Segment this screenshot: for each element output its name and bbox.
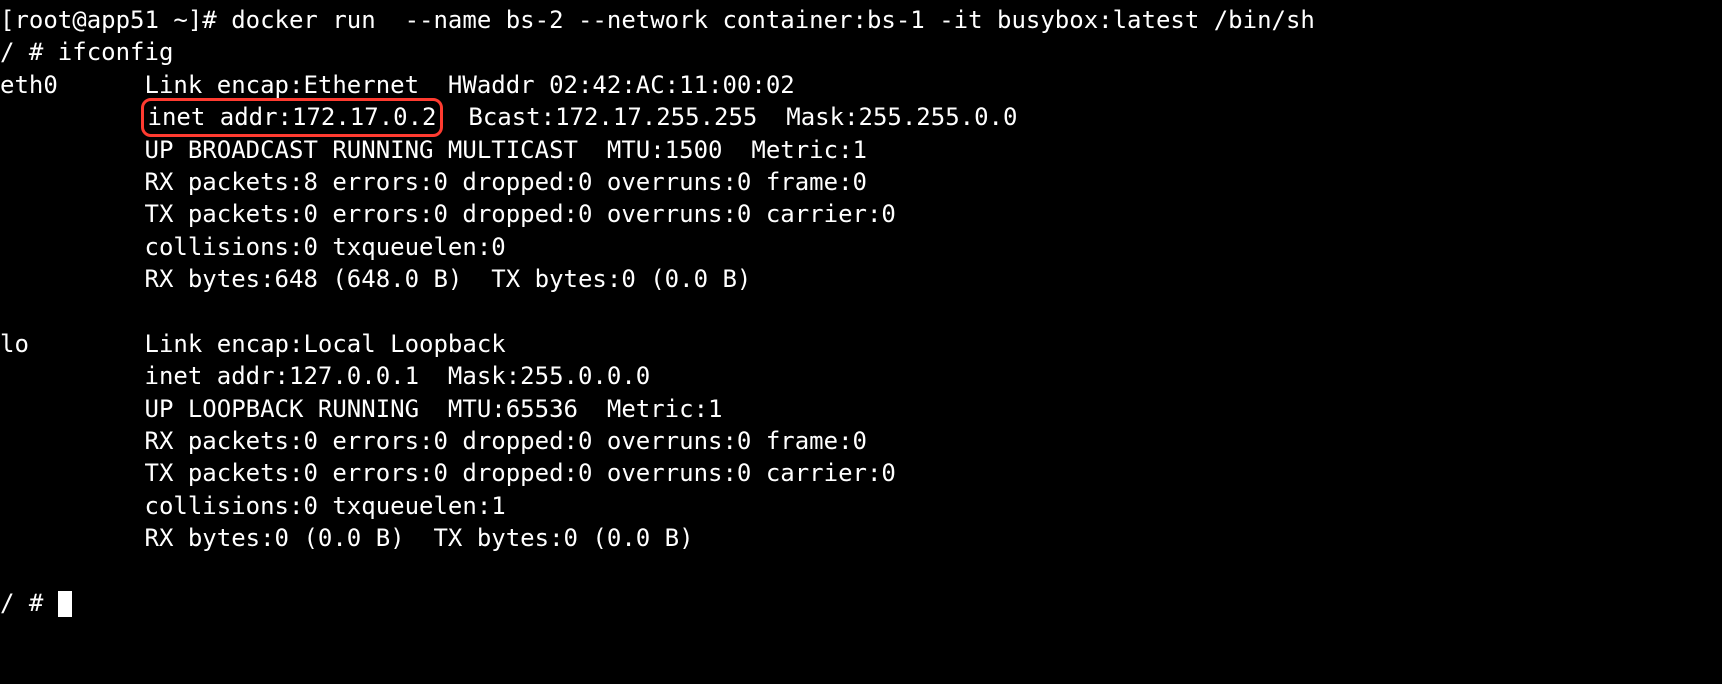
shell-prompt: / # <box>0 38 58 66</box>
ifconfig-eth0-line4: RX packets:8 errors:0 dropped:0 overruns… <box>0 166 1722 198</box>
ifconfig-eth0-line1: eth0 Link encap:Ethernet HWaddr 02:42:AC… <box>0 69 1722 101</box>
blank-line <box>0 296 1722 328</box>
ifconfig-eth0-line7: RX bytes:648 (648.0 B) TX bytes:0 (0.0 B… <box>0 263 1722 295</box>
ifconfig-eth0-line3: UP BROADCAST RUNNING MULTICAST MTU:1500 … <box>0 134 1722 166</box>
cursor-icon <box>58 591 72 617</box>
command-line-1: [root@app51 ~]# docker run --name bs-2 -… <box>0 4 1722 36</box>
command-line-2: / # ifconfig <box>0 36 1722 68</box>
ifconfig-lo-line6: collisions:0 txqueuelen:1 <box>0 490 1722 522</box>
command-line-3[interactable]: / # <box>0 587 1722 619</box>
command-text: ifconfig <box>58 38 174 66</box>
shell-prompt: / # <box>0 589 58 617</box>
command-text: docker run --name bs-2 --network contain… <box>231 6 1315 34</box>
interface-name: eth0 <box>0 71 58 99</box>
ifconfig-lo-line2: inet addr:127.0.0.1 Mask:255.0.0.0 <box>0 360 1722 392</box>
ifconfig-lo-line1: lo Link encap:Local Loopback <box>0 328 1722 360</box>
ifconfig-eth0-line2: inet addr:172.17.0.2 Bcast:172.17.255.25… <box>0 101 1722 133</box>
shell-prompt: [root@app51 ~]# <box>0 6 231 34</box>
ifconfig-lo-line3: UP LOOPBACK RUNNING MTU:65536 Metric:1 <box>0 393 1722 425</box>
inet-addr-highlight: inet addr:172.17.0.2 <box>141 98 444 136</box>
ifconfig-lo-line7: RX bytes:0 (0.0 B) TX bytes:0 (0.0 B) <box>0 522 1722 554</box>
ifconfig-eth0-line6: collisions:0 txqueuelen:0 <box>0 231 1722 263</box>
interface-name: lo <box>0 330 29 358</box>
ifconfig-eth0-line5: TX packets:0 errors:0 dropped:0 overruns… <box>0 198 1722 230</box>
blank-line <box>0 555 1722 587</box>
ifconfig-lo-line5: TX packets:0 errors:0 dropped:0 overruns… <box>0 457 1722 489</box>
ifconfig-lo-line4: RX packets:0 errors:0 dropped:0 overruns… <box>0 425 1722 457</box>
